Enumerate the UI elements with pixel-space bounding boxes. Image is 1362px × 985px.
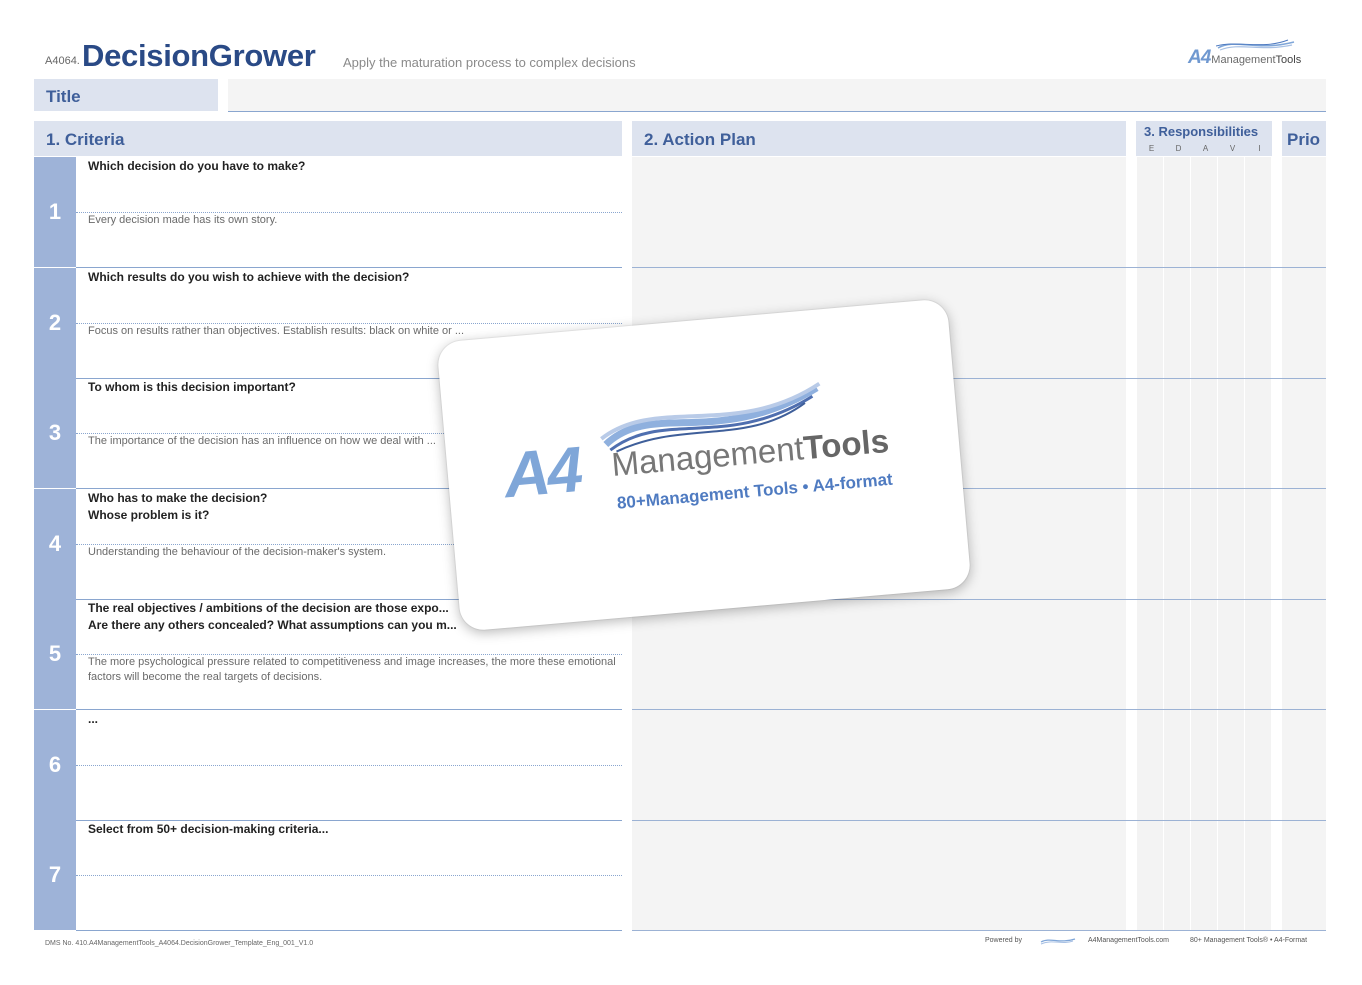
criteria-number: 3 (34, 378, 76, 488)
footer-site-link[interactable]: A4ManagementTools.com (1088, 937, 1169, 944)
section-prio: Prio (1282, 121, 1326, 156)
title-input[interactable] (228, 79, 1326, 112)
raci-letter: D (1175, 144, 1182, 153)
criteria-hint[interactable]: Every decision made has its own story. (88, 213, 618, 228)
title-label: Title (34, 79, 218, 111)
raci-column[interactable] (1245, 157, 1271, 930)
prio-column[interactable] (1282, 157, 1326, 930)
answer-divider (76, 875, 622, 876)
page-title: DecisionGrower (82, 38, 316, 73)
criteria-number: 4 (34, 489, 76, 599)
criteria-hint[interactable]: The more psychological pressure related … (88, 655, 618, 685)
promo-card[interactable]: A4 ManagementTools 80+Management Tools •… (436, 298, 972, 632)
row-divider (632, 709, 1326, 710)
section-action-plan: 2. Action Plan (632, 121, 1126, 156)
footer-tagline: 80+ Management Tools® • A4-Format (1190, 937, 1308, 944)
criteria-row-divider (76, 930, 622, 931)
criteria-number: 6 (34, 710, 76, 820)
card-logo-a4: A4 (501, 432, 583, 512)
raci-letter: A (1202, 144, 1209, 153)
logo-a4: A4 (1188, 47, 1211, 68)
template-code: A4064. (45, 55, 80, 67)
dms-number: DMS No. 410.A4ManagementTools_A4064.Deci… (45, 940, 314, 947)
criteria-question: ... (88, 712, 99, 726)
logo-tools: Tools (1275, 54, 1302, 66)
row-divider (632, 820, 1326, 821)
section-responsibilities: 3. Responsibilities E D A V I (1136, 121, 1272, 156)
section-criteria: 1. Criteria (34, 121, 622, 156)
raci-column[interactable] (1218, 157, 1244, 930)
header-logo[interactable]: A4ManagementTools (1188, 38, 1318, 70)
raci-letter: E (1148, 144, 1155, 153)
criteria-row-divider (76, 267, 622, 268)
row-divider (632, 267, 1326, 268)
criteria-question: Select from 50+ decision-making criteria… (88, 822, 329, 836)
criteria-question: Which decision do you have to make? (88, 159, 306, 173)
raci-letter: V (1229, 144, 1236, 153)
answer-divider (76, 765, 622, 766)
card-logo-tools: Tools (801, 421, 891, 467)
raci-column[interactable] (1137, 157, 1163, 930)
criteria-number: 7 (34, 820, 76, 930)
raci-column[interactable] (1164, 157, 1190, 930)
page-subtitle: Apply the maturation process to complex … (343, 55, 636, 70)
row-divider (632, 930, 1326, 931)
criteria-number: 5 (34, 599, 76, 709)
logo-management: Management (1211, 54, 1276, 66)
powered-by: Powered by (985, 937, 1022, 944)
raci-letter: I (1258, 144, 1261, 153)
criteria-question: Which results do you wish to achieve wit… (88, 270, 410, 284)
criteria-number: 1 (34, 157, 76, 267)
criteria-number: 2 (34, 268, 76, 378)
raci-column[interactable] (1191, 157, 1217, 930)
footer-wave-icon (1040, 938, 1076, 945)
criteria-row-divider (76, 709, 622, 710)
